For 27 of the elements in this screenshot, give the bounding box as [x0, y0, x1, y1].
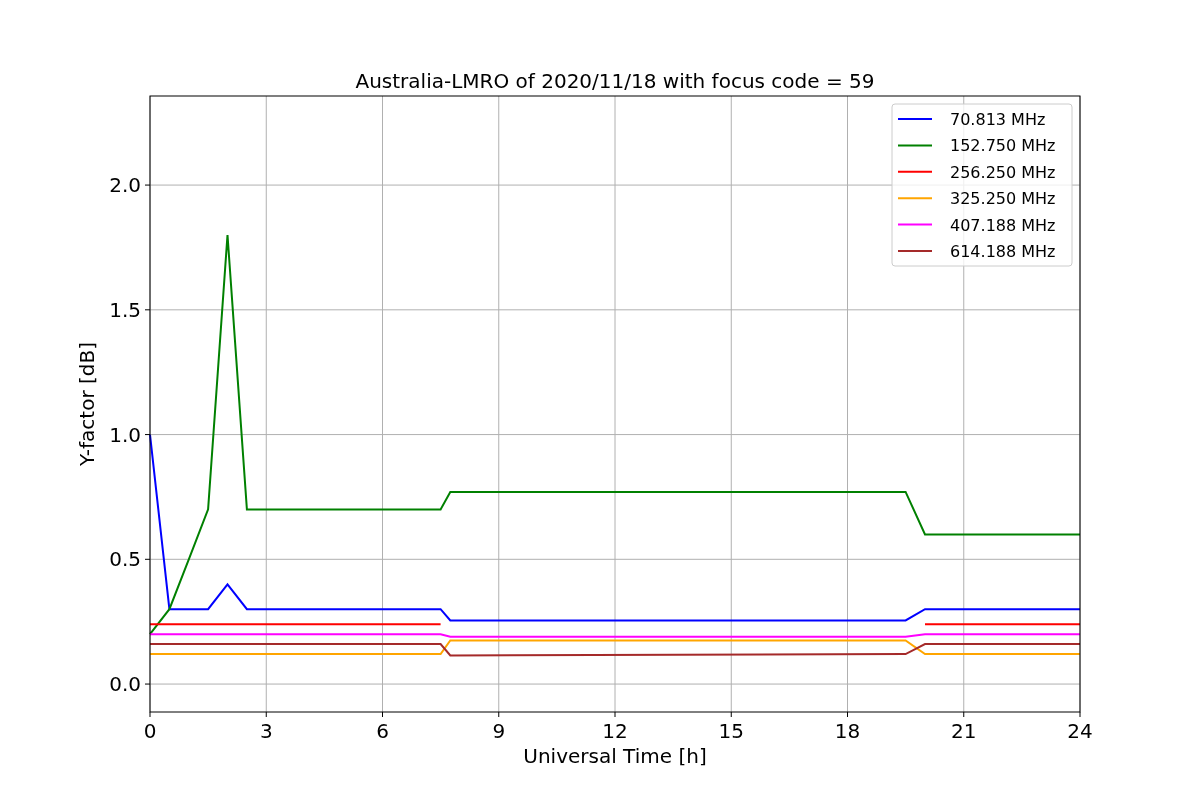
legend-swatch: [897, 223, 933, 226]
legend-swatch: [897, 144, 933, 147]
legend-swatch: [897, 197, 933, 200]
y-tick-label: 1.0: [109, 422, 141, 447]
legend-label: 325.250 MHz: [950, 189, 1056, 209]
x-tick-label: 24: [1067, 719, 1093, 743]
y-tick-label: 0.5: [109, 547, 141, 572]
x-tick-label: 6: [376, 719, 389, 743]
x-tick-label: 12: [602, 719, 628, 743]
x-tick-label: 9: [492, 719, 506, 743]
x-tick-label: 15: [718, 719, 744, 743]
x-axis-label: Universal Time [h]: [523, 744, 707, 768]
legend-label: 256.250 MHz: [950, 162, 1056, 182]
legend-swatch: [897, 170, 933, 173]
chart-title: Australia-LMRO of 2020/11/18 with focus code = 59: [355, 69, 875, 93]
x-tick-label: 18: [834, 719, 861, 743]
legend-label: 407.188 MHz: [950, 215, 1056, 235]
x-tick-label: 21: [951, 719, 977, 743]
legend-label: 614.188 MHz: [950, 242, 1056, 261]
y-tick-label: 2.0: [109, 173, 141, 198]
legend-label: 152.750 MHz: [950, 136, 1056, 156]
x-tick-label: 3: [259, 719, 273, 743]
x-tick-label: 0: [143, 719, 157, 743]
y-tick-label: 1.5: [109, 297, 141, 322]
y-tick-label: 0.0: [109, 672, 141, 697]
legend-label: 70.813 MHz: [950, 110, 1046, 129]
y-axis-label: Y-factor [dB]: [75, 342, 99, 466]
